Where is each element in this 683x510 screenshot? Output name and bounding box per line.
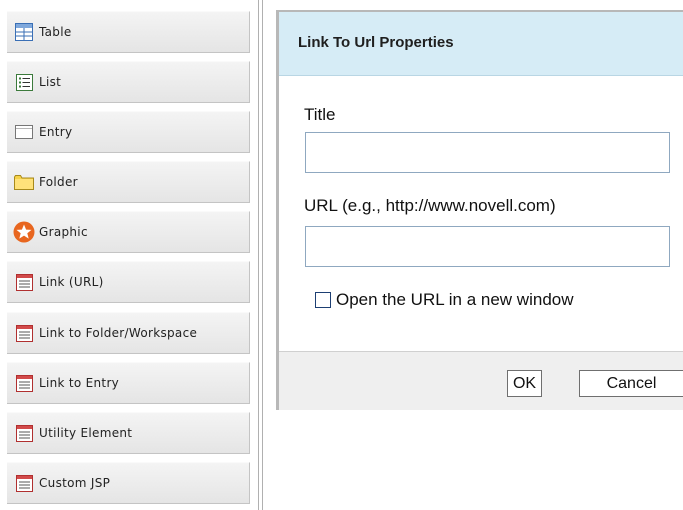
palette-item-table[interactable]: Table <box>7 11 250 53</box>
table-icon <box>13 21 35 43</box>
palette-item-utility-element[interactable]: Utility Element <box>7 412 250 454</box>
dialog-footer: OK Cancel <box>279 351 683 410</box>
palette-item-list[interactable]: List <box>7 61 250 103</box>
palette-item-link-entry[interactable]: Link to Entry <box>7 362 250 404</box>
palette-item-graphic[interactable]: Graphic <box>7 211 250 253</box>
new-window-checkbox-label[interactable]: Open the URL in a new window <box>336 290 574 310</box>
new-window-option: Open the URL in a new window <box>315 288 574 312</box>
palette-item-label: Utility Element <box>39 426 133 440</box>
palette-item-label: Custom JSP <box>39 476 111 490</box>
url-input[interactable] <box>305 226 670 267</box>
palette-item-label: List <box>39 75 62 89</box>
utility-element-icon <box>13 422 35 444</box>
title-input[interactable] <box>305 132 670 173</box>
palette-item-label: Graphic <box>39 225 88 239</box>
editor-stage: Table List Entry Folder Graphic Link (UR… <box>0 0 683 510</box>
dialog-title: Link To Url Properties <box>298 34 454 51</box>
element-palette: Table List Entry Folder Graphic Link (UR… <box>0 0 252 510</box>
cancel-button[interactable]: Cancel <box>579 370 683 397</box>
palette-item-label: Link to Folder/Workspace <box>39 326 198 340</box>
url-field-label: URL (e.g., http://www.novell.com) <box>304 196 556 215</box>
title-field-label: Title <box>304 105 336 124</box>
new-window-checkbox[interactable] <box>315 292 331 308</box>
custom-jsp-icon <box>13 472 35 494</box>
link-url-icon <box>13 271 35 293</box>
link-to-url-properties-dialog: Link To Url Properties Title URL (e.g., … <box>276 10 683 410</box>
palette-item-label: Table <box>39 25 72 39</box>
palette-item-folder[interactable]: Folder <box>7 161 250 203</box>
list-icon <box>13 71 35 93</box>
palette-divider <box>262 0 263 510</box>
folder-icon <box>13 171 35 193</box>
palette-item-entry[interactable]: Entry <box>7 111 250 153</box>
graphic-icon <box>13 221 35 243</box>
palette-divider <box>258 0 259 510</box>
palette-item-link-folder-workspace[interactable]: Link to Folder/Workspace <box>7 312 250 354</box>
ok-button[interactable]: OK <box>507 370 542 397</box>
palette-item-label: Link (URL) <box>39 275 104 289</box>
entry-icon <box>13 121 35 143</box>
palette-item-custom-jsp[interactable]: Custom JSP <box>7 462 250 504</box>
palette-item-link-url[interactable]: Link (URL) <box>7 261 250 303</box>
palette-item-label: Folder <box>39 175 78 189</box>
link-entry-icon <box>13 372 35 394</box>
palette-item-label: Entry <box>39 125 73 139</box>
link-folder-workspace-icon <box>13 322 35 344</box>
dialog-header: Link To Url Properties <box>279 12 683 76</box>
palette-item-label: Link to Entry <box>39 376 120 390</box>
